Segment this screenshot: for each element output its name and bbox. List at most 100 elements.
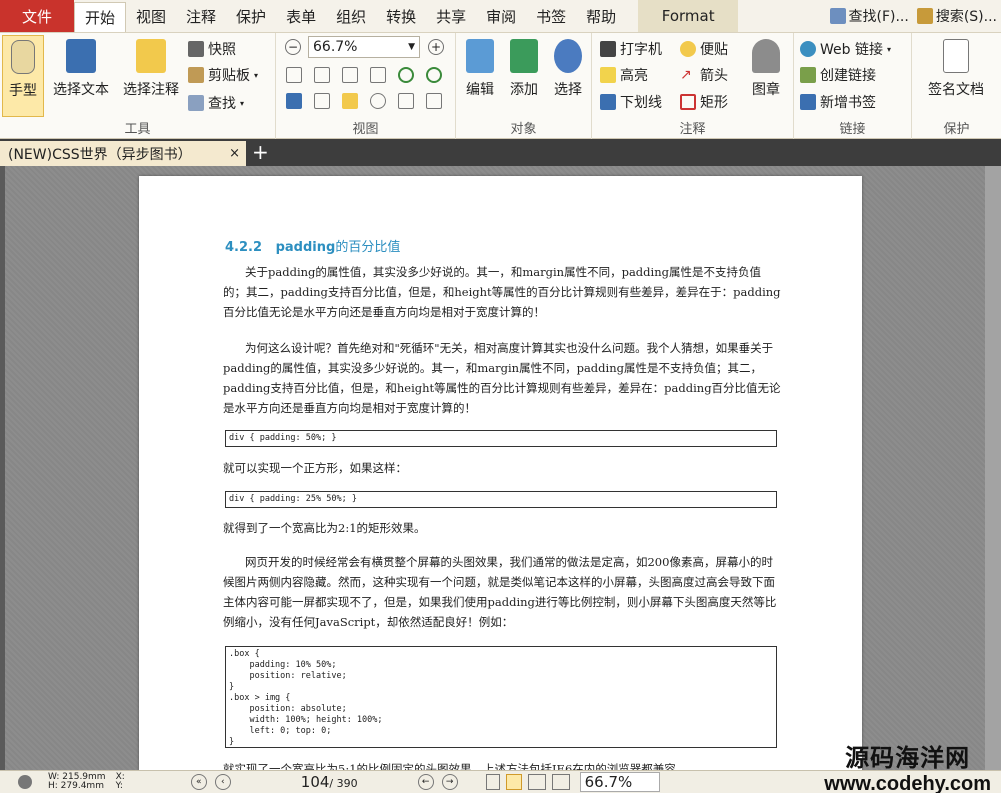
search-icon bbox=[916, 8, 933, 24]
rotate-right-icon[interactable] bbox=[426, 67, 442, 83]
layers-icon[interactable] bbox=[398, 93, 414, 109]
menu-tab-form[interactable]: 表单 bbox=[276, 0, 326, 32]
web-link-button[interactable]: Web 链接 ▾ bbox=[800, 39, 891, 59]
cursor-y: Y: bbox=[115, 781, 123, 791]
tools-group-label: 工具 bbox=[124, 122, 151, 137]
properties-icon[interactable] bbox=[426, 93, 442, 109]
menu-tab-help[interactable]: 帮助 bbox=[576, 0, 626, 32]
pages-icon[interactable] bbox=[314, 93, 330, 109]
gear-icon[interactable] bbox=[18, 775, 32, 789]
close-icon[interactable]: × bbox=[229, 146, 240, 161]
bookmark-icon[interactable] bbox=[286, 93, 302, 109]
view-icons-row1 bbox=[286, 67, 442, 83]
chevron-down-icon: ▾ bbox=[886, 44, 891, 54]
typewriter-button[interactable]: 打字机 bbox=[600, 39, 662, 59]
find-tool-button[interactable]: 查找 ▾ bbox=[188, 93, 244, 113]
search-label: 搜索(S)... bbox=[935, 9, 997, 25]
note-button[interactable]: 便贴 bbox=[680, 39, 728, 59]
page-number-field[interactable]: 104 / 390 bbox=[261, 773, 358, 791]
clipboard-icon bbox=[188, 67, 204, 83]
menu-tab-protect[interactable]: 保护 bbox=[226, 0, 276, 32]
sign-label: 签名文档 bbox=[928, 82, 984, 98]
sign-document-button[interactable]: 签名文档 bbox=[916, 35, 996, 117]
page-height: H: 279.4mm bbox=[48, 781, 104, 791]
select-text-button[interactable]: 选择文本 bbox=[46, 35, 116, 117]
underline-button[interactable]: 下划线 bbox=[600, 92, 662, 112]
vertical-scrollbar[interactable] bbox=[985, 166, 1001, 770]
menu-tab-bookmarks[interactable]: 书签 bbox=[526, 0, 576, 32]
menu-format[interactable]: Format bbox=[638, 0, 739, 32]
forward-icon[interactable]: → bbox=[441, 774, 458, 790]
zoom-select[interactable]: 66.7% ▼ bbox=[308, 36, 420, 58]
rect-label: 矩形 bbox=[700, 95, 728, 111]
edit-object-button[interactable]: 编辑 bbox=[458, 35, 502, 117]
back-icon[interactable]: ← bbox=[417, 774, 434, 790]
clipboard-button[interactable]: 剪贴板 ▾ bbox=[188, 65, 258, 85]
stamp-button[interactable]: 图章 bbox=[742, 35, 790, 117]
fit-visible-icon[interactable] bbox=[370, 67, 386, 83]
document-tab[interactable]: (NEW)CSS世界（异步图书） × bbox=[0, 141, 246, 166]
select-object-icon bbox=[554, 39, 582, 73]
hand-tool-button[interactable]: 手型 bbox=[2, 35, 44, 117]
paragraph-1: 关于padding的属性值，其实没多少好说的。其一，和margin属性不同，pa… bbox=[223, 265, 781, 319]
select-object-button[interactable]: 选择 bbox=[546, 35, 590, 117]
single-page-icon[interactable] bbox=[485, 774, 500, 790]
view-icons-row2 bbox=[286, 93, 442, 109]
menu-file[interactable]: 文件 bbox=[0, 0, 74, 32]
attachment-icon[interactable] bbox=[370, 93, 386, 109]
continuous-page-icon[interactable] bbox=[505, 774, 522, 790]
caption-1: 就可以实现一个正方形，如果这样： bbox=[223, 461, 407, 475]
note-label: 便贴 bbox=[700, 42, 728, 58]
snapshot-button[interactable]: 快照 bbox=[188, 39, 236, 59]
continuous-facing-icon[interactable] bbox=[551, 774, 570, 790]
first-page-icon[interactable]: « bbox=[190, 774, 207, 790]
document-tab-bar: (NEW)CSS世界（异步图书） × + bbox=[0, 139, 1001, 166]
menu-tab-share[interactable]: 共享 bbox=[426, 0, 476, 32]
highlight-button[interactable]: 高亮 bbox=[600, 65, 648, 85]
zoom-out-icon[interactable]: − bbox=[285, 39, 301, 55]
menu-tab-view[interactable]: 视图 bbox=[126, 0, 176, 32]
find-doc-icon bbox=[188, 95, 204, 111]
cursor-coords: X: Y: bbox=[116, 773, 125, 791]
facing-page-icon[interactable] bbox=[527, 774, 546, 790]
zoom-in-icon[interactable]: + bbox=[428, 39, 444, 55]
actual-size-icon[interactable] bbox=[286, 67, 302, 83]
new-tab-icon[interactable]: + bbox=[252, 141, 269, 163]
paragraph-2: 为何这么设计呢？首先绝对和"死循环"无关，相对高度计算其实也没什么问题。我个人猜… bbox=[223, 341, 781, 415]
menu-right: 查找(F)... 搜索(S)... bbox=[829, 0, 1001, 32]
arrow-button[interactable]: ↗ 箭头 bbox=[680, 65, 728, 85]
clipboard-label: 剪贴板 bbox=[208, 68, 250, 84]
menu-tab-convert[interactable]: 转换 bbox=[376, 0, 426, 32]
create-link-button[interactable]: 创建链接 bbox=[800, 65, 876, 85]
total-pages: / 390 bbox=[329, 777, 358, 790]
caption-2: 就得到了一个宽高比为2:1的矩形效果。 bbox=[223, 521, 426, 535]
status-zoom-select[interactable]: 66.7% bbox=[579, 772, 660, 792]
rotate-left-icon[interactable] bbox=[398, 67, 414, 83]
comment-icon[interactable] bbox=[342, 93, 358, 109]
menu-tab-annotate[interactable]: 注释 bbox=[176, 0, 226, 32]
fit-page-icon[interactable] bbox=[314, 67, 330, 83]
hand-icon bbox=[11, 40, 35, 74]
heading-text: 的百分比值 bbox=[335, 240, 401, 255]
search-button[interactable]: 搜索(S)... bbox=[916, 6, 997, 26]
fit-width-icon[interactable] bbox=[342, 67, 358, 83]
globe-icon bbox=[800, 41, 816, 57]
select-annot-button[interactable]: 选择注释 bbox=[116, 35, 186, 117]
add-object-button[interactable]: 添加 bbox=[502, 35, 546, 117]
stamp-label: 图章 bbox=[752, 82, 780, 98]
current-page: 104 bbox=[300, 773, 330, 791]
rectangle-icon bbox=[680, 94, 696, 110]
menu-tab-review[interactable]: 审阅 bbox=[476, 0, 526, 32]
menu-tab-organize[interactable]: 组织 bbox=[326, 0, 376, 32]
find-icon bbox=[829, 8, 846, 24]
prev-page-icon[interactable]: ‹ bbox=[214, 774, 231, 790]
underline-icon bbox=[600, 94, 616, 110]
group-annotate: 打字机 高亮 下划线 便贴 ↗ 箭头 矩形 图章 注释 bbox=[592, 33, 794, 139]
highlight-label: 高亮 bbox=[620, 68, 648, 84]
find-button[interactable]: 查找(F)... bbox=[829, 6, 909, 26]
rect-button[interactable]: 矩形 bbox=[680, 92, 728, 112]
add-bookmark-button[interactable]: 新增书签 bbox=[800, 92, 876, 112]
create-link-label: 创建链接 bbox=[820, 68, 876, 84]
code-block-1: div { padding: 50%; } bbox=[225, 430, 777, 447]
menu-tab-start[interactable]: 开始 bbox=[74, 2, 127, 32]
